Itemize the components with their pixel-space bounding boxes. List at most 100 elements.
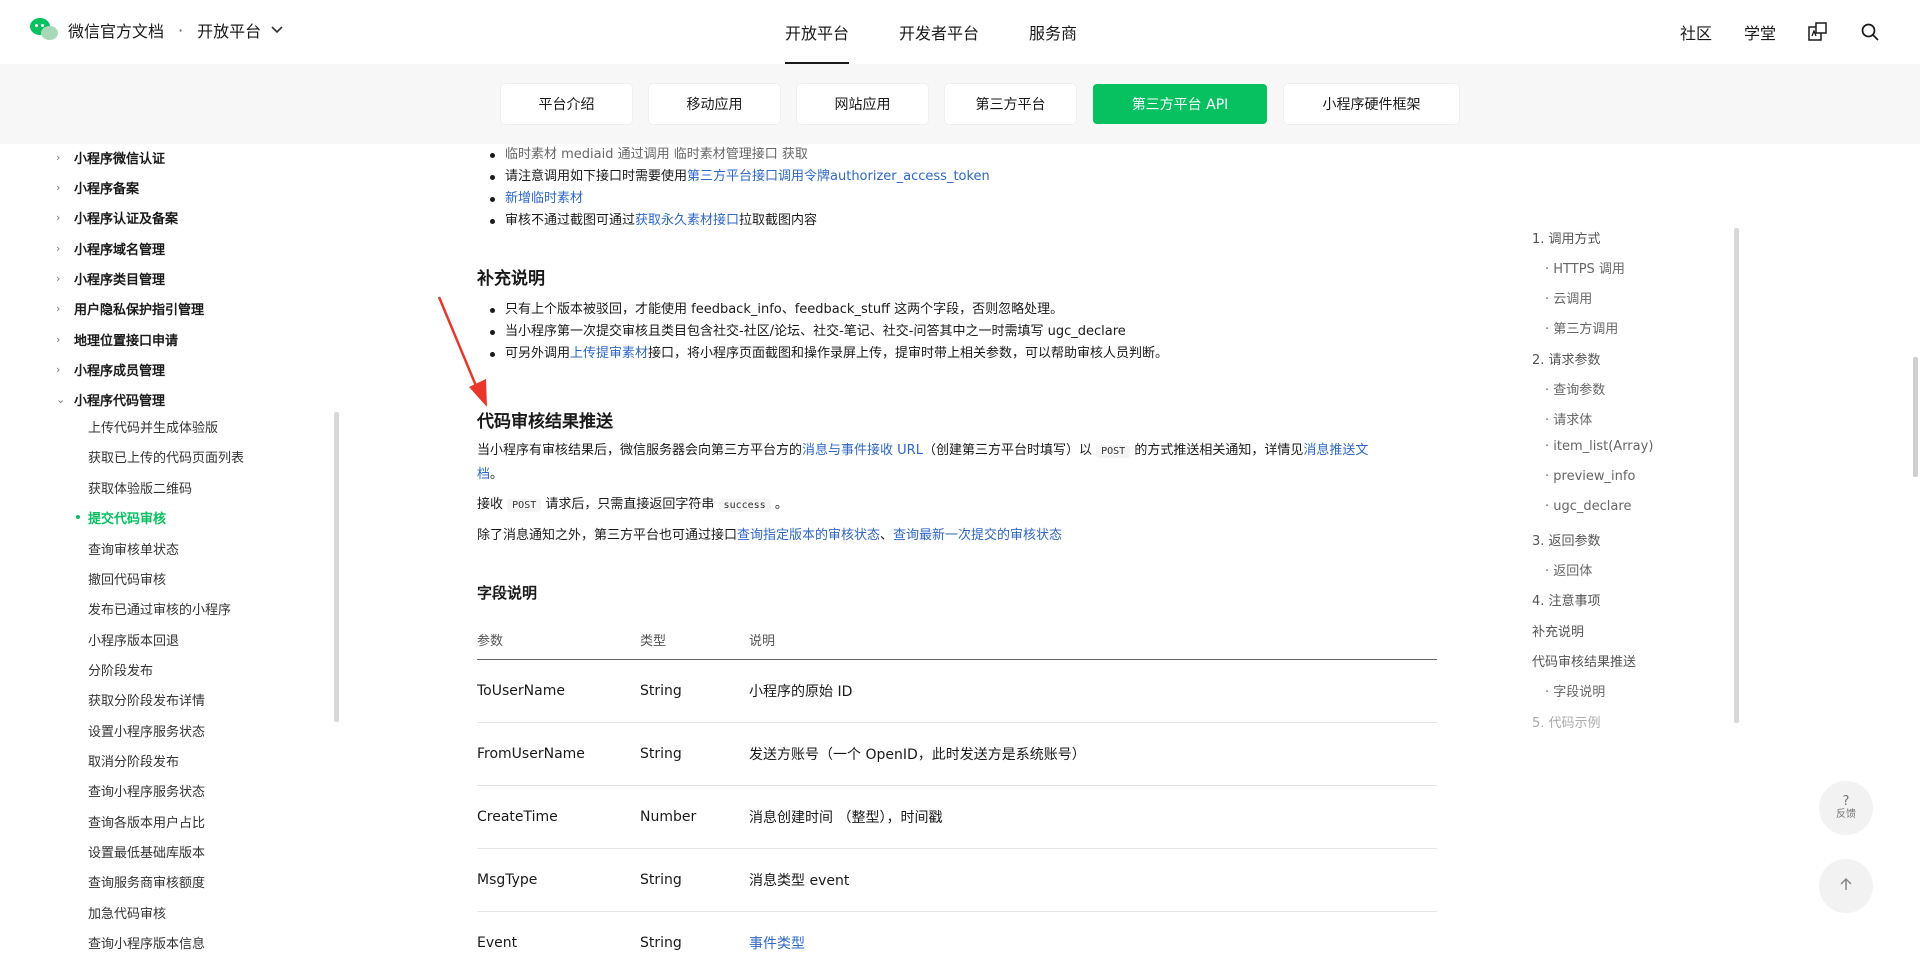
event-url-link[interactable]: 消息与事件接收 URL [802, 443, 923, 458]
page-scrollbar[interactable] [1913, 357, 1918, 477]
table-row: CreateTime Number 消息创建时间 （整型），时间戳 [477, 786, 1437, 849]
get-material-link[interactable]: 获取永久素材接口 [635, 213, 739, 228]
toc-item[interactable]: HTTPS 调用 [1545, 258, 1625, 277]
access-token-link[interactable]: 第三方平台接口调用令牌authorizer_access_token [687, 169, 990, 184]
search-icon[interactable] [1860, 22, 1880, 42]
sidebar-item[interactable]: 设置小程序服务状态 [88, 721, 205, 740]
toc-item[interactable]: 代码审核结果推送 [1532, 651, 1636, 670]
sidebar-item[interactable]: 分阶段发布 [88, 660, 153, 679]
tab-website-app[interactable]: 网站应用 [797, 84, 928, 124]
sidebar-group[interactable]: › 地理位置接口申请 [56, 330, 178, 349]
chevron-right-icon: › [56, 333, 61, 346]
sidebar-item[interactable]: 获取分阶段发布详情 [88, 690, 205, 709]
toc-item[interactable]: 5. 代码示例 [1532, 712, 1601, 731]
toc-item[interactable]: 云调用 [1545, 288, 1592, 307]
toc-item[interactable]: 2. 请求参数 [1532, 349, 1601, 368]
translate-icon[interactable] [1808, 22, 1828, 42]
sidebar-item[interactable]: 加急代码审核 [88, 903, 166, 922]
sidebar-item-active[interactable]: 提交代码审核 [75, 508, 166, 527]
section-title-push: 代码审核结果推送 [477, 412, 613, 432]
sidebar-group[interactable]: › 小程序成员管理 [56, 360, 165, 379]
back-to-top-button[interactable] [1819, 859, 1873, 913]
toc-item[interactable]: 返回体 [1545, 560, 1592, 579]
toc-scrollbar[interactable] [1734, 228, 1739, 723]
push-doc-link-cont[interactable]: 档 [477, 467, 490, 482]
push-paragraph-2: 接收 POST 请求后，只需直接返回字符串 success 。 [477, 497, 788, 512]
brand[interactable]: 微信官方文档 · 开放平台 [30, 18, 283, 42]
toc-item[interactable]: 4. 注意事项 [1532, 590, 1601, 609]
sidebar-item[interactable]: 发布已通过审核的小程序 [88, 599, 231, 618]
list-item: 审核不通过截图可通过获取永久素材接口拉取截图内容 [477, 210, 990, 232]
sidebar-item[interactable]: 查询小程序版本信息 [88, 933, 205, 952]
push-paragraph-1: 当小程序有审核结果后，微信服务器会向第三方平台方的消息与事件接收 URL（创建第… [477, 443, 1369, 482]
tab-third-party-api[interactable]: 第三方平台 API [1093, 84, 1267, 124]
query-version-audit-link[interactable]: 查询指定版本的审核状态 [737, 528, 880, 543]
sidebar-item[interactable]: 获取体验版二维码 [88, 478, 192, 497]
toc-item[interactable]: 字段说明 [1545, 681, 1605, 700]
supplement-list: 只有上个版本被驳回，才能使用 feedback_info、feedback_st… [477, 299, 1168, 365]
tab-hardware-framework[interactable]: 小程序硬件框架 [1284, 84, 1459, 124]
table-header: 参数 类型 说明 [477, 620, 1437, 660]
toc-item[interactable]: 补充说明 [1532, 621, 1584, 640]
toc-item[interactable]: 3. 返回参数 [1532, 530, 1601, 549]
toc-item[interactable]: ugc_declare [1545, 499, 1631, 514]
toc-item[interactable]: preview_info [1545, 469, 1635, 484]
fields-title: 字段说明 [477, 584, 538, 602]
toc-item[interactable]: 1. 调用方式 [1532, 228, 1601, 247]
toc-item[interactable]: 查询参数 [1545, 379, 1605, 398]
query-latest-audit-link[interactable]: 查询最新一次提交的审核状态 [893, 528, 1062, 543]
sidebar-item[interactable]: 获取已上传的代码页面列表 [88, 447, 244, 466]
arrow-up-icon [1838, 876, 1854, 896]
sub-nav-tabs: 平台介绍 移动应用 网站应用 第三方平台 第三方平台 API 小程序硬件框架 [501, 84, 1459, 124]
tab-platform-intro[interactable]: 平台介绍 [501, 84, 632, 124]
platform-switcher[interactable]: 开放平台 [197, 18, 261, 42]
sidebar-item[interactable]: 查询服务商审核额度 [88, 872, 205, 891]
brand-title[interactable]: 微信官方文档 [68, 18, 164, 42]
chevron-right-icon: › [56, 211, 61, 224]
sidebar-item[interactable]: 查询审核单状态 [88, 539, 179, 558]
sidebar-group[interactable]: › 小程序类目管理 [56, 269, 165, 288]
sidebar-group[interactable]: › 用户隐私保护指引管理 [56, 299, 204, 318]
new-temp-material-link[interactable]: 新增临时素材 [505, 191, 583, 206]
sidebar-scrollbar[interactable] [334, 412, 339, 722]
sidebar-item[interactable]: 查询小程序服务状态 [88, 781, 205, 800]
sidebar: › 小程序微信认证 › 小程序备案 › 小程序认证及备案 › 小程序域名管理 › 小程序类… [0, 144, 340, 953]
chevron-right-icon: › [56, 272, 61, 285]
push-paragraph-3: 除了消息通知之外，第三方平台也可通过接口查询指定版本的审核状态、查询最新一次提交… [477, 528, 1063, 543]
chevron-right-icon: › [56, 242, 61, 255]
sidebar-group-expanded[interactable]: ⌄ 小程序代码管理 [56, 390, 165, 409]
sidebar-item[interactable]: 查询各版本用户占比 [88, 812, 205, 831]
push-doc-link[interactable]: 消息推送文 [1303, 443, 1368, 458]
nav-open-platform[interactable]: 开放平台 [760, 0, 874, 64]
table-row: MsgType String 消息类型 event [477, 849, 1437, 912]
event-type-link[interactable]: 事件类型 [749, 933, 1437, 953]
list-item: 临时素材 mediaid 通过调用 临时素材管理接口 获取 [477, 144, 990, 166]
tab-mobile-app[interactable]: 移动应用 [649, 84, 780, 124]
sidebar-item[interactable]: 设置最低基础库版本 [88, 842, 205, 861]
upload-material-link[interactable]: 上传提审素材 [570, 346, 648, 361]
nav-academy[interactable]: 学堂 [1744, 20, 1776, 44]
chevron-down-icon[interactable] [271, 23, 283, 37]
toc-item[interactable]: item_list(Array) [1545, 439, 1653, 454]
sidebar-item[interactable]: 上传代码并生成体验版 [88, 417, 218, 436]
sidebar-group[interactable]: › 小程序域名管理 [56, 239, 165, 258]
toc-item[interactable]: 第三方调用 [1545, 318, 1618, 337]
toc-item[interactable]: 请求体 [1545, 409, 1592, 428]
sidebar-item[interactable]: 撤回代码审核 [88, 569, 166, 588]
sidebar-group[interactable]: › 小程序微信认证 [56, 148, 165, 167]
sidebar-group[interactable]: › 小程序备案 [56, 178, 139, 197]
sidebar-item[interactable]: 小程序版本回退 [88, 630, 179, 649]
nav-developer-platform[interactable]: 开发者平台 [874, 0, 1004, 64]
main-nav: 开放平台 开发者平台 服务商 [760, 0, 1102, 64]
feedback-button[interactable]: ? 反馈 [1819, 781, 1873, 835]
chevron-right-icon: › [56, 302, 61, 315]
sidebar-group[interactable]: › 小程序认证及备案 [56, 208, 178, 227]
chevron-right-icon: › [56, 363, 61, 376]
nav-community[interactable]: 社区 [1680, 20, 1712, 44]
table-of-contents: 1. 调用方式 HTTPS 调用云调用第三方调用 2. 请求参数查询参数请求体 ite… [1532, 228, 1732, 731]
header-desc: 说明 [749, 634, 776, 649]
nav-service-provider[interactable]: 服务商 [1004, 0, 1102, 64]
table-row: FromUserName String 发送方账号（一个 OpenID，此时发送… [477, 723, 1437, 786]
tab-third-party[interactable]: 第三方平台 [945, 84, 1076, 124]
sidebar-item[interactable]: 取消分阶段发布 [88, 751, 179, 770]
